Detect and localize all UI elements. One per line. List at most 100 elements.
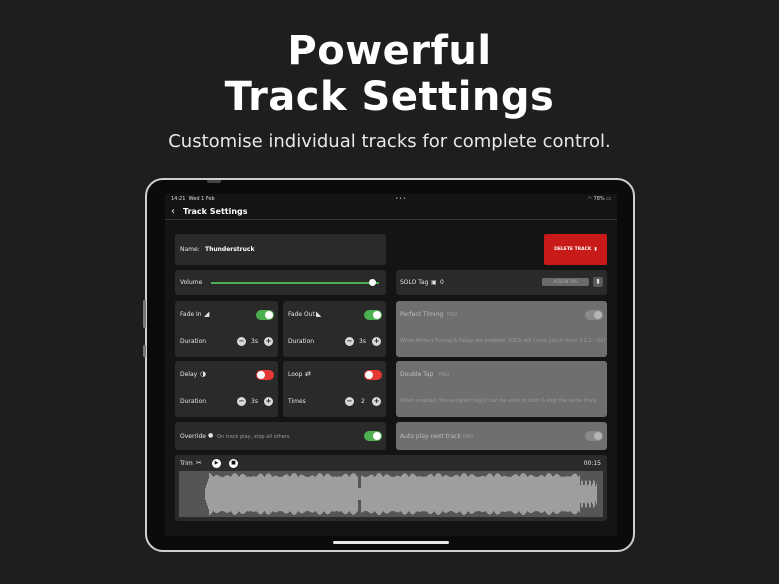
waveform-bar bbox=[319, 473, 320, 515]
override-label: Override bbox=[180, 433, 206, 440]
waveform-bar bbox=[503, 476, 504, 512]
home-indicator[interactable] bbox=[333, 541, 449, 544]
waveform-bar bbox=[398, 475, 399, 513]
waveform-bar bbox=[309, 476, 310, 512]
waveform-bar bbox=[227, 475, 228, 513]
waveform-bar bbox=[254, 476, 255, 512]
waveform-bar bbox=[223, 476, 224, 512]
waveform-bar bbox=[410, 474, 411, 514]
multitask-dots[interactable]: ••• bbox=[395, 196, 407, 202]
waveform-bar bbox=[517, 475, 518, 513]
fade-out-toggle[interactable] bbox=[364, 310, 382, 320]
waveform-bar bbox=[432, 474, 433, 514]
loop-times-value: 2 bbox=[361, 398, 365, 405]
person-icon: ● bbox=[208, 432, 214, 439]
waveform-bar bbox=[361, 475, 362, 513]
loop-toggle[interactable] bbox=[364, 370, 382, 380]
waveform-bar bbox=[380, 473, 381, 515]
waveform-bar bbox=[582, 480, 583, 508]
chevron-left-icon[interactable]: ‹ bbox=[171, 206, 175, 217]
waveform-bar bbox=[571, 475, 572, 513]
waveform-bar bbox=[563, 476, 564, 512]
decrement-button[interactable]: − bbox=[237, 397, 246, 406]
increment-button[interactable]: + bbox=[264, 337, 273, 346]
waveform-bar bbox=[308, 476, 309, 512]
waveform-bar bbox=[211, 474, 212, 514]
times-label: Times bbox=[288, 398, 306, 405]
increment-button[interactable]: + bbox=[264, 397, 273, 406]
waveform-bar bbox=[391, 476, 392, 512]
waveform-bar bbox=[441, 475, 442, 513]
delete-track-button[interactable]: DELETE TRACK ▮ bbox=[544, 234, 607, 265]
waveform-bar bbox=[535, 476, 536, 512]
waveform-bar bbox=[278, 476, 279, 512]
volume-slider-track[interactable] bbox=[211, 282, 379, 284]
waveform-bar bbox=[374, 476, 375, 512]
waveform-bar bbox=[594, 481, 595, 507]
perfect-timing-toggle[interactable] bbox=[585, 310, 603, 320]
decrement-button[interactable]: − bbox=[345, 337, 354, 346]
auto-play-toggle[interactable] bbox=[585, 431, 603, 441]
waveform-bar bbox=[364, 476, 365, 512]
stop-icon[interactable]: ■ bbox=[229, 459, 238, 468]
waveform-bar bbox=[566, 476, 567, 512]
waveform-bar bbox=[372, 474, 373, 514]
waveform-bar bbox=[408, 476, 409, 512]
waveform-bar bbox=[452, 476, 453, 512]
waveform-bar bbox=[474, 475, 475, 513]
track-name-value[interactable]: Thunderstruck bbox=[205, 246, 254, 253]
waveform-bar bbox=[593, 480, 594, 508]
waveform-bar bbox=[393, 476, 394, 512]
waveform-bar bbox=[390, 476, 391, 512]
waveform-bar bbox=[416, 476, 417, 512]
waveform-bar bbox=[371, 474, 372, 514]
side-button bbox=[143, 345, 146, 357]
waveform-bar bbox=[486, 475, 487, 513]
waveform-bar bbox=[525, 474, 526, 514]
waveform-bar bbox=[353, 473, 354, 515]
double-tap-card: Double Tap PRO When enabled, the assigne… bbox=[396, 361, 607, 417]
decrement-button[interactable]: − bbox=[345, 397, 354, 406]
name-card[interactable]: Name: Thunderstruck bbox=[175, 234, 386, 265]
waveform-bar bbox=[396, 475, 397, 513]
waveform-bar bbox=[451, 476, 452, 512]
waveform-bar bbox=[538, 476, 539, 512]
waveform-bar bbox=[258, 474, 259, 514]
volume-slider-handle[interactable] bbox=[369, 279, 377, 286]
fade-in-toggle[interactable] bbox=[256, 310, 274, 320]
waveform-bar bbox=[562, 476, 563, 512]
waveform-bar bbox=[576, 474, 577, 514]
waveform-bar bbox=[360, 488, 361, 500]
delay-toggle[interactable] bbox=[256, 370, 274, 380]
waveform-bar bbox=[331, 476, 332, 512]
waveform-bar bbox=[270, 474, 271, 514]
waveform[interactable] bbox=[179, 471, 603, 517]
waveform-bar bbox=[310, 475, 311, 513]
waveform-bar bbox=[477, 476, 478, 512]
increment-button[interactable]: + bbox=[372, 337, 381, 346]
waveform-bar bbox=[481, 476, 482, 512]
volume-label: Volume bbox=[180, 279, 203, 286]
increment-button[interactable]: + bbox=[372, 397, 381, 406]
decrement-button[interactable]: − bbox=[237, 337, 246, 346]
waveform-bar bbox=[370, 474, 371, 514]
trim-card: Trim ✂ ▶ ■ 00:15 bbox=[175, 455, 607, 521]
waveform-bar bbox=[509, 476, 510, 512]
play-icon[interactable]: ▶ bbox=[212, 459, 221, 468]
waveform-bar bbox=[250, 476, 251, 512]
waveform-bar bbox=[515, 474, 516, 514]
waveform-bar bbox=[210, 473, 211, 515]
assign-tag-button[interactable]: ASSIGN TAG bbox=[542, 278, 589, 286]
repeat-icon: ⇄ bbox=[305, 370, 311, 378]
waveform-bar bbox=[557, 474, 558, 514]
scissors-icon: ✂ bbox=[196, 459, 202, 467]
waveform-bar bbox=[519, 476, 520, 512]
override-toggle[interactable] bbox=[364, 431, 382, 441]
waveform-bar bbox=[268, 473, 269, 515]
waveform-bar bbox=[409, 475, 410, 513]
waveform-bar bbox=[578, 476, 579, 512]
waveform-bar bbox=[311, 475, 312, 513]
waveform-bar bbox=[274, 475, 275, 513]
waveform-bar bbox=[496, 473, 497, 515]
trash-icon[interactable]: ▮ bbox=[593, 277, 603, 287]
